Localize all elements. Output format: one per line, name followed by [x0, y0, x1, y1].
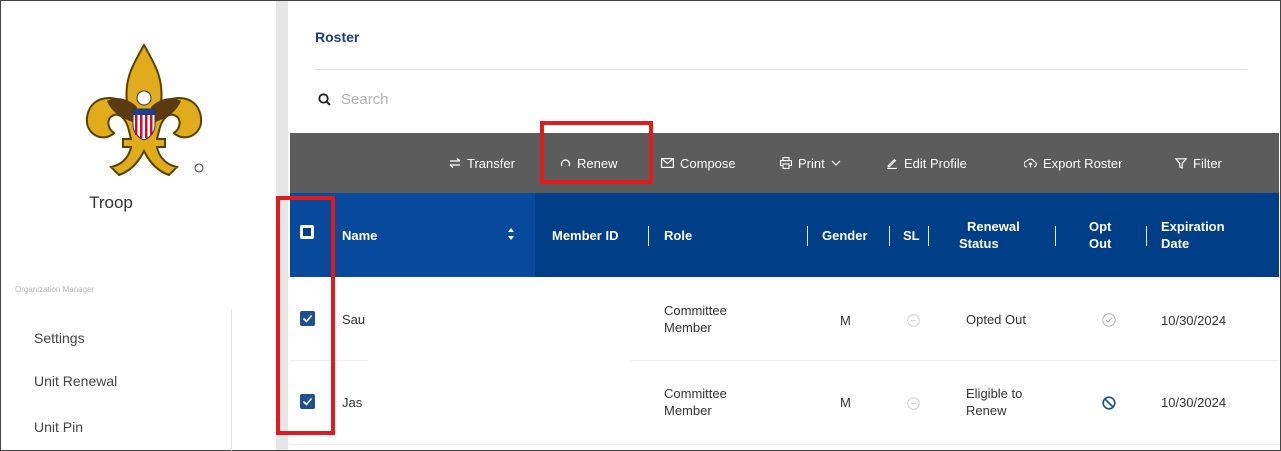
role-line-1: Committee: [664, 303, 727, 318]
column-header-opt-out[interactable]: Opt Out: [1089, 218, 1111, 252]
member-role: Committee Member: [664, 385, 727, 419]
sidebar-item-unit-renewal[interactable]: Unit Renewal: [34, 373, 117, 389]
column-header-sl[interactable]: SL: [903, 227, 920, 244]
role-line-1: Committee: [664, 386, 727, 401]
sidebar-divider: [231, 309, 232, 451]
role-line-2: Member: [664, 320, 712, 335]
checkbox-column-highlight-box: [276, 196, 335, 435]
expiration-date: 10/30/2024: [1161, 395, 1227, 410]
status-line-1: Opted Out: [966, 312, 1026, 327]
expiration-line-1: Expiration: [1161, 219, 1225, 234]
column-header-renewal-status[interactable]: Renewal Status: [959, 218, 1020, 252]
member-name[interactable]: Jas: [342, 394, 362, 411]
column-header-expiration-date[interactable]: Expiration Date: [1161, 218, 1225, 252]
title-divider: [315, 69, 1247, 70]
check-circle-icon: [1102, 313, 1116, 327]
export-roster-button[interactable]: Export Roster: [1024, 133, 1122, 193]
column-header-name[interactable]: Name: [342, 227, 377, 244]
chevron-down-icon: [831, 160, 841, 166]
renew-highlight-box: [540, 121, 653, 184]
sidebar-item-settings[interactable]: Settings: [34, 330, 85, 346]
redacted-area: [368, 292, 630, 435]
column-header-member-id[interactable]: Member ID: [552, 227, 618, 244]
filter-label: Filter: [1193, 155, 1222, 171]
edit-profile-button[interactable]: Edit Profile: [886, 133, 967, 193]
compose-button[interactable]: Compose: [661, 133, 736, 193]
prohibited-icon[interactable]: [1102, 396, 1116, 410]
section-label: Organization Manager: [15, 285, 95, 294]
minus-circle-icon: [907, 397, 920, 410]
compose-label: Compose: [680, 155, 736, 171]
expiration-date: 10/30/2024: [1161, 313, 1227, 328]
renewal-status-line-2: Status: [959, 236, 999, 251]
printer-icon: [780, 157, 792, 169]
column-divider: [928, 226, 929, 246]
column-divider: [1055, 226, 1056, 246]
column-divider: [1146, 226, 1147, 246]
status-line-2: Renew: [966, 403, 1007, 418]
transfer-icon: [449, 158, 461, 168]
expiration-line-2: Date: [1161, 236, 1190, 251]
roster-toolbar: Transfer Renew Compose Print Edit Profil…: [290, 133, 1279, 193]
column-divider: [648, 226, 649, 246]
print-label: Print: [798, 155, 825, 171]
edit-profile-label: Edit Profile: [904, 155, 967, 171]
cloud-upload-icon: [1024, 158, 1037, 168]
scouts-fleur-de-lis-logo: [85, 43, 204, 177]
member-gender: M: [840, 395, 851, 410]
opt-out-line-1: Opt: [1089, 219, 1112, 234]
filter-icon: [1175, 157, 1187, 169]
table-header: Name Member ID Role Gender SL Renewal St…: [290, 193, 1279, 277]
filter-button[interactable]: Filter: [1175, 133, 1222, 193]
search-icon: [318, 93, 331, 106]
sidebar-item-unit-pin[interactable]: Unit Pin: [34, 419, 83, 435]
transfer-button[interactable]: Transfer: [449, 133, 515, 193]
page-title: Roster: [315, 29, 360, 45]
print-button[interactable]: Print: [780, 133, 841, 193]
renewal-status: Eligible to Renew: [966, 385, 1022, 419]
renewal-status-line-1: Renewal: [967, 219, 1020, 234]
opt-out-line-2: Out: [1089, 236, 1112, 251]
unit-name: Troop: [89, 193, 133, 212]
member-role: Committee Member: [664, 302, 727, 336]
renewal-status: Opted Out: [966, 311, 1026, 328]
member-gender: M: [840, 313, 851, 328]
member-name[interactable]: Sau: [342, 311, 365, 328]
search-bar: [318, 91, 641, 108]
pencil-icon: [887, 158, 897, 169]
column-header-gender[interactable]: Gender: [822, 227, 868, 244]
transfer-label: Transfer: [467, 155, 515, 171]
column-header-role[interactable]: Role: [664, 227, 692, 244]
search-input[interactable]: [341, 91, 641, 108]
column-divider: [807, 226, 808, 246]
sidebar: Troop Organization Manager Settings Unit…: [1, 1, 276, 451]
status-line-1: Eligible to: [966, 386, 1023, 401]
column-divider: [889, 226, 890, 246]
minus-circle-icon: [907, 314, 920, 327]
sort-icon[interactable]: [507, 227, 515, 241]
export-roster-label: Export Roster: [1043, 155, 1123, 171]
role-line-2: Member: [664, 403, 712, 418]
envelope-icon: [661, 158, 674, 168]
